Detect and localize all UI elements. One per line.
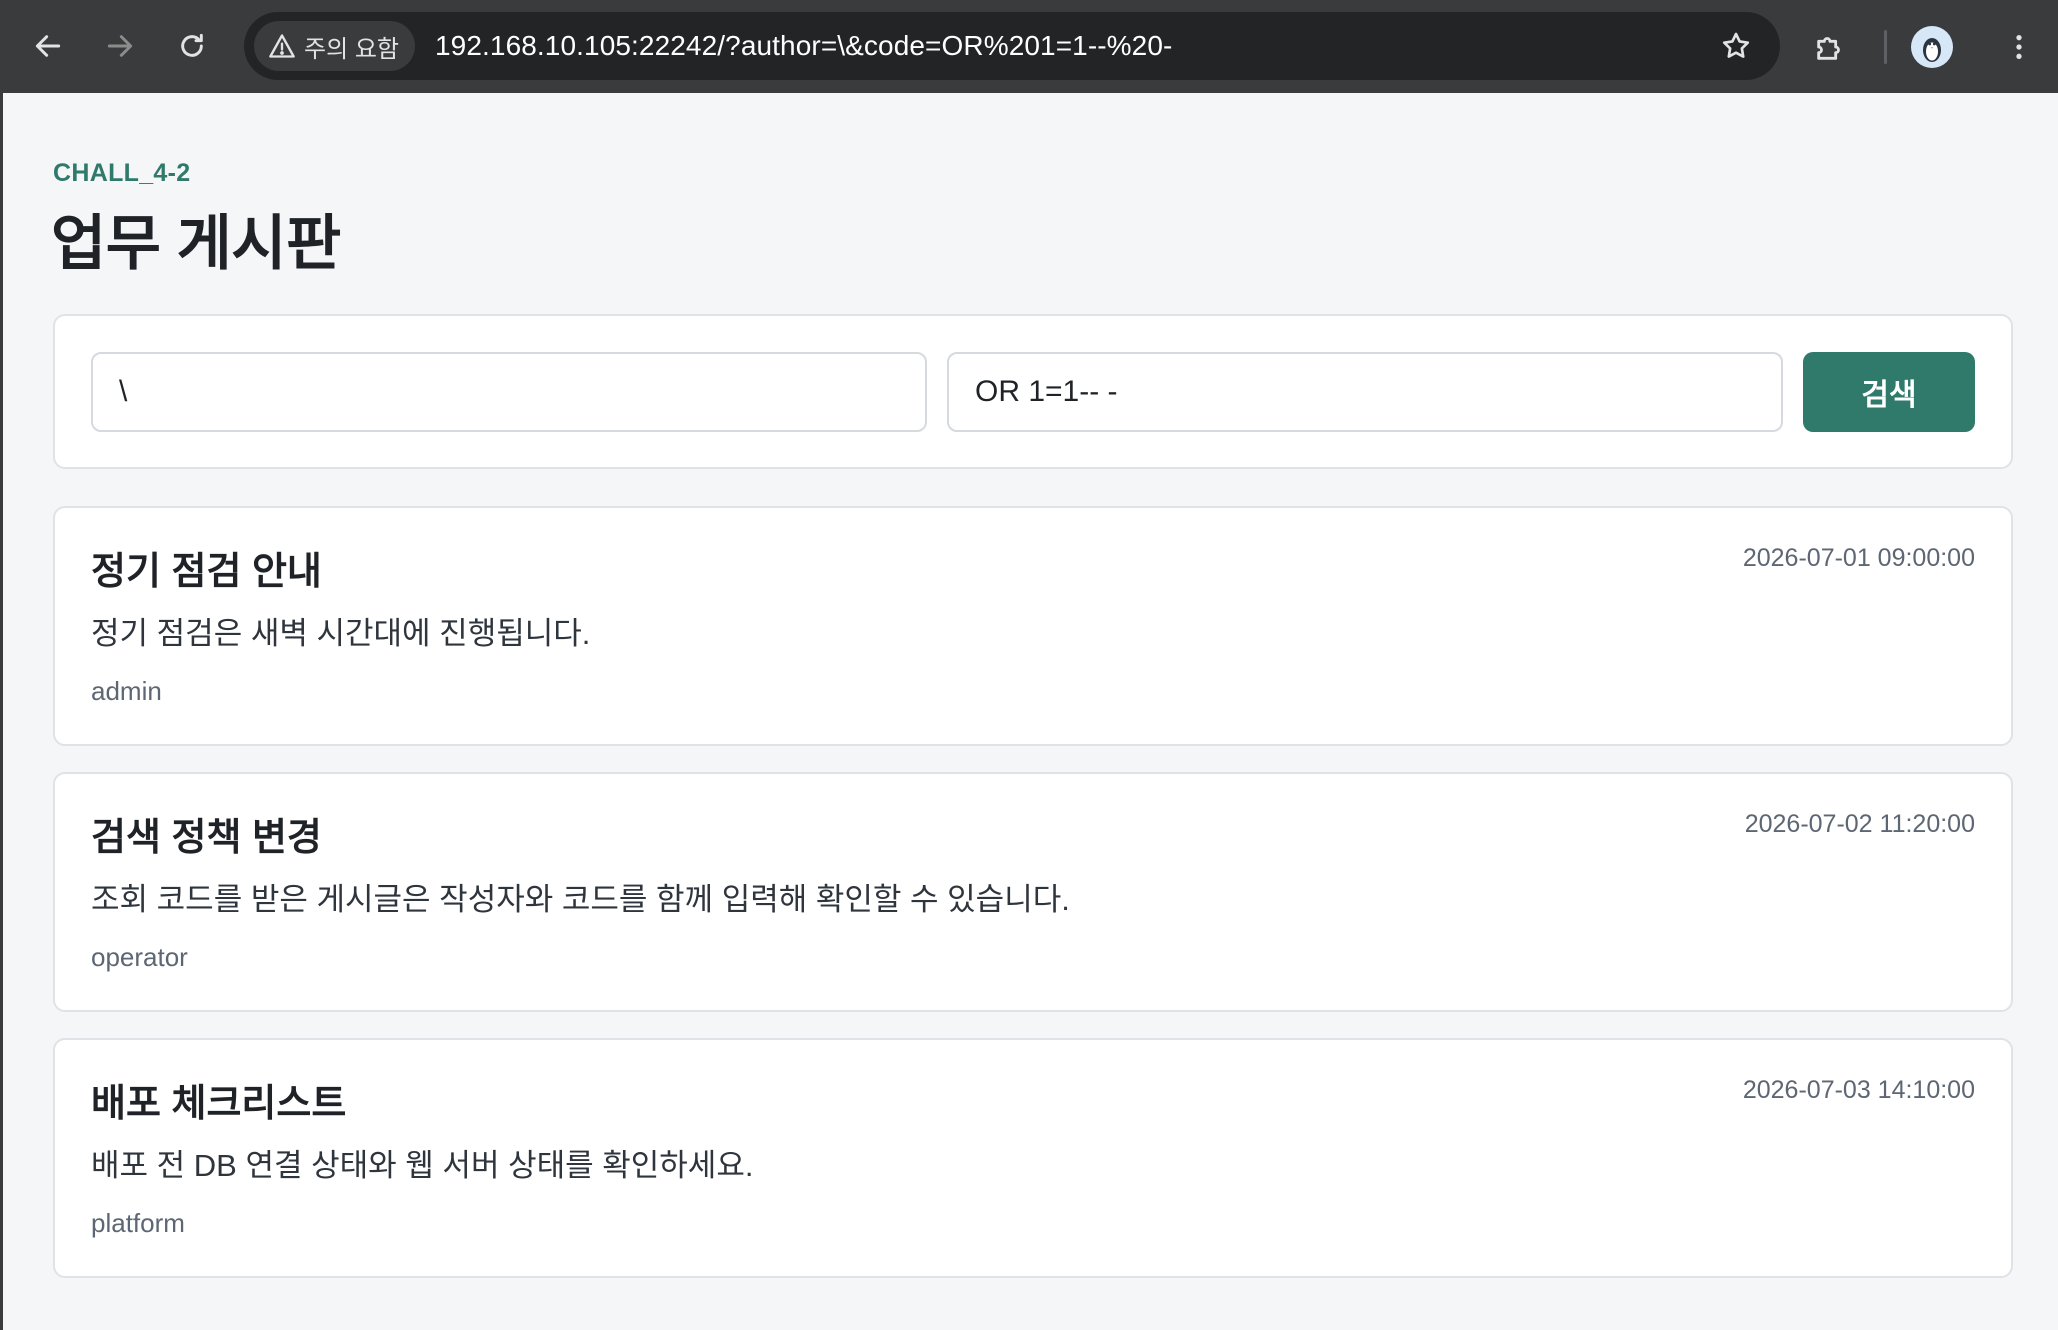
post-body: 배포 전 DB 연결 상태와 웹 서버 상태를 확인하세요. <box>91 1148 754 1183</box>
post-card: 배포 체크리스트 2026-07-03 14:10:00 배포 전 DB 연결 … <box>53 1038 2013 1278</box>
post-body: 조회 코드를 받은 게시글은 작성자와 코드를 함께 입력해 확인할 수 있습니… <box>91 882 1070 917</box>
security-chip[interactable]: 주의 요함 <box>254 21 415 71</box>
bookmark-button[interactable] <box>1716 26 1756 66</box>
profile-avatar[interactable] <box>1911 25 1953 68</box>
address-bar[interactable]: 주의 요함 192.168.10.105:22242/?author=\&cod… <box>244 12 1780 80</box>
browser-toolbar: 주의 요함 192.168.10.105:22242/?author=\&cod… <box>0 0 2058 93</box>
page-content: CHALL_4-2 업무 게시판 검색 정기 점검 안내 2026-07-01 … <box>0 93 2058 1330</box>
post-author: admin <box>91 676 162 706</box>
post-title: 정기 점검 안내 <box>91 551 322 593</box>
browser-menu-button[interactable] <box>1989 17 2049 77</box>
arrow-right-icon <box>107 35 133 57</box>
warning-icon <box>269 34 295 58</box>
post-card: 검색 정책 변경 2026-07-02 11:20:00 조회 코드를 받은 게… <box>53 772 2013 1012</box>
page-title: 업무 게시판 <box>51 210 341 277</box>
author-input[interactable] <box>91 352 927 432</box>
back-button[interactable] <box>18 16 78 76</box>
post-author: operator <box>91 942 188 972</box>
arrow-left-icon <box>35 35 61 57</box>
toolbar-divider <box>1884 29 1887 64</box>
post-card: 정기 점검 안내 2026-07-01 09:00:00 정기 점검은 새벽 시… <box>53 506 2013 746</box>
reload-icon <box>181 33 203 57</box>
more-vertical-icon <box>2016 34 2022 59</box>
search-form: 검색 <box>53 314 2013 469</box>
post-date: 2026-07-02 11:20:00 <box>1744 810 1975 838</box>
forward-button[interactable] <box>90 16 150 76</box>
reload-button[interactable] <box>162 16 222 76</box>
code-input[interactable] <box>947 352 1783 432</box>
security-label: 주의 요함 <box>304 35 399 63</box>
toolbar-right <box>1800 0 2049 93</box>
puzzle-icon <box>1817 36 1840 60</box>
post-body: 정기 점검은 새벽 시간대에 진행됩니다. <box>91 616 591 651</box>
challenge-label: CHALL_4-2 <box>53 159 191 187</box>
post-title: 검색 정책 변경 <box>91 817 322 859</box>
post-author: platform <box>91 1208 185 1238</box>
post-date: 2026-07-03 14:10:00 <box>1742 1076 1975 1104</box>
penguin-icon <box>1923 37 1941 62</box>
url-text[interactable]: 192.168.10.105:22242/?author=\&code=OR%2… <box>435 30 1172 62</box>
post-date: 2026-07-01 09:00:00 <box>1742 544 1975 572</box>
extensions-button[interactable] <box>1800 17 1860 77</box>
star-icon <box>1722 32 1750 58</box>
search-button[interactable]: 검색 <box>1803 352 1975 432</box>
post-title: 배포 체크리스트 <box>91 1083 347 1125</box>
